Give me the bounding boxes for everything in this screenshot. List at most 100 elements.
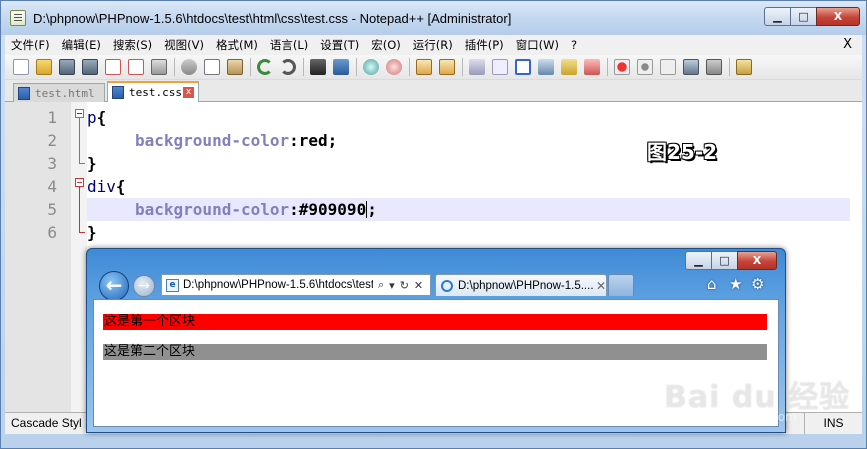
- cut-icon[interactable]: [181, 59, 197, 75]
- code-text: }: [87, 221, 97, 244]
- function-list-icon[interactable]: [584, 59, 600, 75]
- menu-plugins[interactable]: 插件(P): [459, 37, 510, 53]
- save-macro-icon[interactable]: [706, 59, 722, 75]
- menu-edit[interactable]: 编辑(E): [56, 37, 107, 53]
- print-icon[interactable]: [151, 59, 167, 75]
- colon: :: [289, 131, 299, 150]
- show-all-chars-icon[interactable]: [492, 59, 508, 75]
- open-file-icon[interactable]: [36, 59, 52, 75]
- status-insert-mode[interactable]: INS: [804, 413, 862, 434]
- undo-icon[interactable]: [257, 59, 273, 75]
- menu-format[interactable]: 格式(M): [210, 37, 264, 53]
- find-icon[interactable]: [310, 59, 326, 75]
- refresh-icon[interactable]: ↻: [400, 279, 409, 292]
- code-line: 2 background-color:red;: [5, 129, 862, 152]
- close-file-icon[interactable]: [105, 59, 121, 75]
- toolbar-separator: [607, 58, 608, 76]
- brace: }: [87, 154, 97, 173]
- sync-vertical-icon[interactable]: [416, 59, 432, 75]
- new-tab-button[interactable]: [608, 274, 634, 296]
- browser-minimize-button[interactable]: ▁: [685, 251, 711, 270]
- document-tab-bar: test.html test.css x: [5, 80, 862, 102]
- zoom-out-icon[interactable]: [386, 59, 402, 75]
- home-icon[interactable]: ⌂: [707, 275, 717, 293]
- saved-file-icon: [18, 86, 30, 100]
- minimize-button[interactable]: ▁: [764, 7, 790, 26]
- save-icon[interactable]: [59, 59, 75, 75]
- tab-test-html[interactable]: test.html: [13, 83, 105, 102]
- line-number: 2: [47, 131, 57, 150]
- zoom-in-icon[interactable]: [363, 59, 379, 75]
- close-tab-icon[interactable]: ✕: [596, 279, 606, 293]
- toolbar-separator: [409, 58, 410, 76]
- close-document-button[interactable]: X: [843, 37, 852, 52]
- code-line: 4 div{: [5, 175, 862, 198]
- back-arrow-icon[interactable]: ←: [99, 271, 129, 301]
- replace-icon[interactable]: [333, 59, 349, 75]
- run-macro-multiple-icon[interactable]: [683, 59, 699, 75]
- save-all-icon[interactable]: [82, 59, 98, 75]
- address-bar[interactable]: e D:\phpnow\PHPnow-1.5.6\htdocs\test ⌕ ▾…: [161, 274, 431, 296]
- line-number: 4: [47, 177, 57, 196]
- code-line: 6 }: [5, 221, 862, 244]
- menu-search[interactable]: 搜索(S): [107, 37, 158, 53]
- record-macro-icon[interactable]: [614, 59, 630, 75]
- ie-logo-icon: [441, 279, 453, 292]
- gear-icon[interactable]: ⚙: [751, 275, 764, 293]
- tab-label: test.css: [129, 86, 182, 99]
- play-macro-icon[interactable]: [660, 59, 676, 75]
- forward-arrow-icon[interactable]: →: [133, 275, 155, 297]
- browser-tab[interactable]: D:\phpnow\PHPnow-1.5.... ✕: [435, 274, 607, 296]
- maximize-button[interactable]: □: [790, 7, 816, 26]
- stop-macro-icon[interactable]: [637, 59, 653, 75]
- close-button[interactable]: X: [816, 7, 860, 26]
- launch-browser-icon[interactable]: [736, 59, 752, 75]
- browser-window-controls: ▁ □ X: [685, 251, 777, 270]
- code-text: }: [87, 152, 97, 175]
- redo-icon[interactable]: [280, 59, 296, 75]
- page-icon: e: [166, 278, 179, 292]
- brace: }: [87, 223, 97, 242]
- line-number: 5: [47, 200, 57, 219]
- copy-icon[interactable]: [204, 59, 220, 75]
- menu-help[interactable]: ?: [565, 38, 583, 52]
- stop-icon[interactable]: ✕: [414, 279, 423, 292]
- word-wrap-icon[interactable]: [469, 59, 485, 75]
- address-url[interactable]: D:\phpnow\PHPnow-1.5.6\htdocs\test: [183, 279, 373, 291]
- tab-label: test.html: [35, 86, 95, 100]
- code-text: p{: [87, 106, 106, 129]
- current-code-line: 5 background-color:#909090;: [47, 198, 850, 221]
- sync-horizontal-icon[interactable]: [439, 59, 455, 75]
- title-bar[interactable]: D:\phpnow\PHPnow-1.5.6\htdocs\test\html\…: [1, 1, 866, 35]
- menu-language[interactable]: 语言(L): [264, 37, 314, 53]
- browser-close-button[interactable]: X: [737, 251, 777, 270]
- search-icon[interactable]: ⌕: [378, 278, 384, 292]
- toolbar-separator: [729, 58, 730, 76]
- menu-view[interactable]: 视图(V): [158, 37, 210, 53]
- indent-guide-icon[interactable]: [515, 59, 531, 75]
- tab-test-css[interactable]: test.css x: [107, 81, 199, 102]
- menu-window[interactable]: 窗口(W): [510, 37, 565, 53]
- line-number: 3: [47, 154, 57, 173]
- toolbar-separator: [462, 58, 463, 76]
- toolbar-separator: [356, 58, 357, 76]
- code-text: div{: [87, 175, 126, 198]
- doc-map-icon[interactable]: [561, 59, 577, 75]
- chevron-down-icon[interactable]: ▾: [389, 279, 395, 292]
- css-value: #909090: [298, 200, 367, 219]
- browser-maximize-button[interactable]: □: [711, 251, 737, 270]
- menu-macro[interactable]: 宏(O): [365, 37, 407, 53]
- close-tab-icon[interactable]: x: [183, 87, 194, 98]
- favorites-star-icon[interactable]: ★: [729, 275, 742, 293]
- paste-icon[interactable]: [227, 59, 243, 75]
- menu-settings[interactable]: 设置(T): [314, 37, 365, 53]
- css-property: background-color: [135, 131, 290, 150]
- baidu-watermark-url: jingyan.baidu.com: [686, 410, 797, 424]
- menu-file[interactable]: 文件(F): [5, 37, 56, 53]
- language-icon[interactable]: [538, 59, 554, 75]
- close-all-icon[interactable]: [128, 59, 144, 75]
- new-file-icon[interactable]: [13, 59, 29, 75]
- menu-run[interactable]: 运行(R): [407, 37, 459, 53]
- colon: :: [289, 200, 299, 219]
- code-text: background-color:red;: [135, 129, 337, 152]
